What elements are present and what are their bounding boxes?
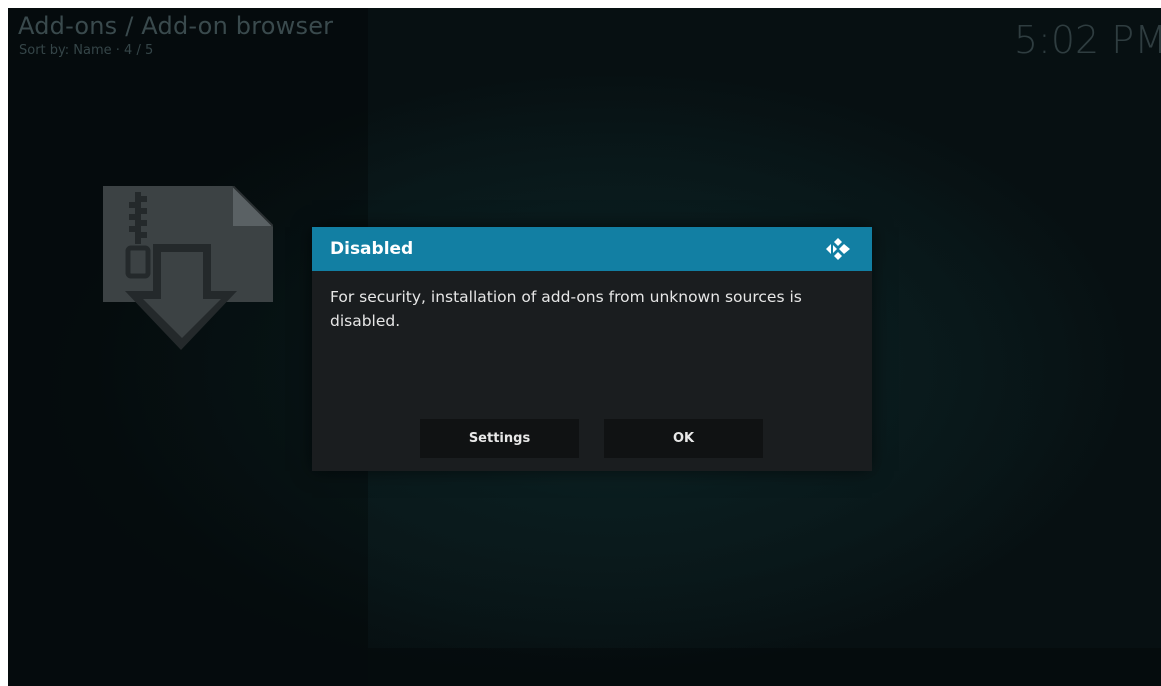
dialog-header: Disabled [312,227,872,271]
dialog-title: Disabled [330,239,414,259]
kodi-screen: Add-ons / Add-on browser Sort by: Name ·… [8,8,1161,686]
page-title: Add-ons / Add-on browser [18,12,334,40]
sort-info: Sort by: Name · 4 / 5 [19,43,154,58]
bottom-panel-dim [368,648,1161,686]
dialog-message: For security, installation of add-ons fr… [330,288,802,330]
kodi-logo-icon [826,238,850,260]
clock: 5:02 PM [1013,18,1161,62]
ok-button[interactable]: OK [604,419,763,458]
zip-download-icon [103,185,274,351]
settings-button[interactable]: Settings [420,419,579,458]
disabled-dialog: Disabled For security, installation of a… [312,227,872,471]
